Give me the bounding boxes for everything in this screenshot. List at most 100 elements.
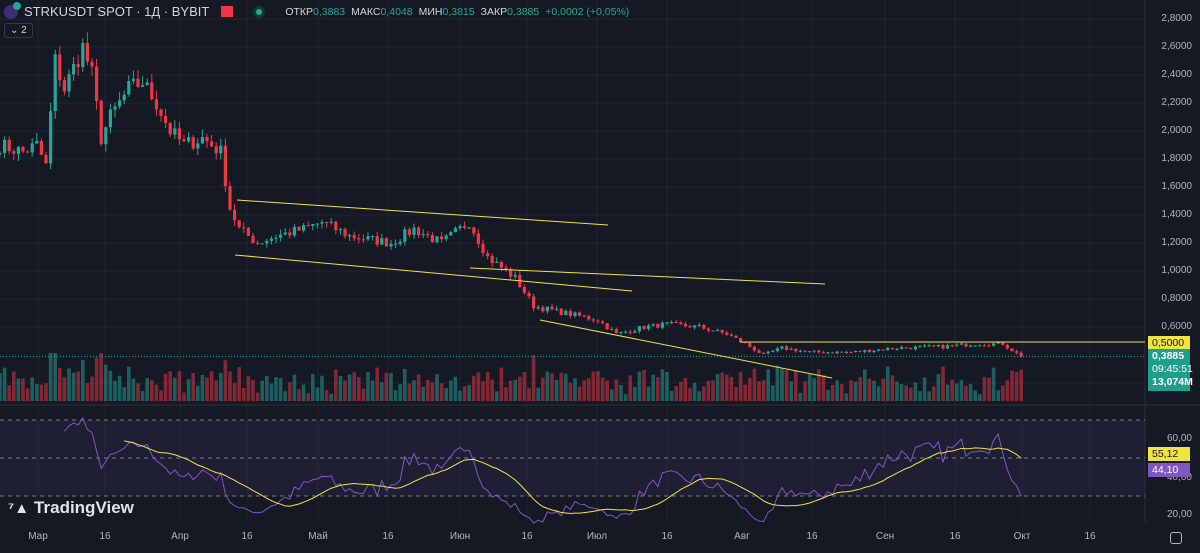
candle-body xyxy=(656,323,660,328)
candle-body xyxy=(946,345,950,349)
candle-body xyxy=(205,137,209,142)
volume-bar xyxy=(44,383,48,401)
rsi-ma-tag: 55,12 xyxy=(1148,447,1190,461)
volume-bar xyxy=(522,371,527,401)
candle-body xyxy=(826,352,830,354)
candle-body xyxy=(918,346,922,348)
volume-bar xyxy=(269,383,274,401)
time-axis-label: Июн xyxy=(449,531,471,542)
volume-bar xyxy=(407,383,412,401)
candle-body xyxy=(550,306,554,310)
candle-body xyxy=(108,109,112,128)
volume-bar xyxy=(150,380,154,401)
candle-body xyxy=(35,140,39,144)
volume-bar xyxy=(660,369,665,401)
volume-bar xyxy=(338,375,343,401)
candle-body xyxy=(978,345,982,347)
candle-body xyxy=(122,94,126,101)
volume-bar xyxy=(536,387,540,401)
price-chart[interactable] xyxy=(0,0,1200,553)
volume-bar xyxy=(656,377,660,401)
settings-gear-icon[interactable] xyxy=(1170,532,1182,544)
volume-bar xyxy=(30,377,34,401)
volume-bar xyxy=(646,386,651,401)
candle-body xyxy=(555,308,559,310)
volume-bar xyxy=(651,374,655,401)
flag-icon[interactable] xyxy=(221,6,234,17)
volume-bar xyxy=(53,353,57,401)
volume-bar xyxy=(421,386,425,401)
candle-body xyxy=(361,239,365,241)
volume-bar xyxy=(71,372,76,401)
candle-body xyxy=(481,243,485,254)
candle-body xyxy=(16,147,20,154)
volume-bar xyxy=(665,371,669,401)
candle-body xyxy=(831,352,835,354)
candle-body xyxy=(398,241,402,244)
volume-bar xyxy=(812,378,816,401)
candle-body xyxy=(12,151,16,154)
candle-body xyxy=(375,236,379,245)
volume-bar xyxy=(909,387,913,401)
symbol-title[interactable]: STRKUSDT SPOT · 1Д · BYBIT xyxy=(24,4,209,19)
volume-bar xyxy=(472,375,476,401)
volume-bar xyxy=(292,374,297,401)
volume-bar xyxy=(145,378,149,401)
candle-body xyxy=(302,225,306,231)
volume-bar xyxy=(890,375,895,401)
volume-bar xyxy=(200,374,205,401)
candle-body xyxy=(729,334,733,336)
volume-bar xyxy=(7,385,11,401)
volume-bar xyxy=(936,373,941,401)
volume-bar xyxy=(104,364,108,401)
candle-body xyxy=(113,106,117,110)
candle-body xyxy=(877,349,881,351)
volume-bar xyxy=(738,372,743,401)
candle-body xyxy=(145,82,149,86)
volume-bar xyxy=(113,380,117,401)
candle-body xyxy=(380,238,384,245)
volume-bar xyxy=(614,379,619,401)
volume-bar xyxy=(357,377,361,401)
volume-bar xyxy=(393,390,398,401)
collapse-indicators-button[interactable]: ⌄ 2 xyxy=(4,23,33,38)
candle-body xyxy=(219,145,223,154)
volume-bar xyxy=(559,372,563,401)
volume-bar xyxy=(950,379,954,401)
volume-bar xyxy=(380,382,384,401)
volume-bar xyxy=(554,379,559,401)
candle-body xyxy=(131,78,135,82)
candle-body xyxy=(619,331,623,334)
volume-bar xyxy=(476,372,481,401)
volume-bar xyxy=(232,383,237,401)
volume-bar xyxy=(99,353,103,401)
volume-bar xyxy=(991,367,996,401)
candle-body xyxy=(881,349,885,351)
volume-bar xyxy=(315,387,320,401)
candle-body xyxy=(775,348,779,352)
volume-bar xyxy=(840,384,844,401)
volume-bar xyxy=(669,390,674,401)
candle-body xyxy=(835,351,839,354)
symbol-header: STRKUSDT SPOT · 1Д · BYBIT ОТКР0,3883 МА… xyxy=(4,1,629,19)
time-axis-label: 16 xyxy=(382,531,394,542)
candle-body xyxy=(573,312,577,316)
candle-body xyxy=(633,331,637,333)
price-axis-label: 1,2000 xyxy=(1161,237,1192,248)
volume-bar xyxy=(945,384,950,401)
candle-body xyxy=(987,345,991,347)
candle-body xyxy=(315,223,319,225)
candle-body xyxy=(384,238,388,247)
candle-body xyxy=(651,323,655,326)
tradingview-logo[interactable]: ⁷▲ TradingView xyxy=(8,498,134,518)
candle-body xyxy=(794,348,798,352)
volume-bar xyxy=(48,353,53,401)
volume-bar xyxy=(334,369,338,401)
candle-body xyxy=(932,345,936,347)
candle-body xyxy=(449,231,453,236)
candle-body xyxy=(210,141,214,147)
candle-body xyxy=(223,145,227,187)
volume-bar xyxy=(904,385,908,401)
volume-bar xyxy=(789,381,793,401)
candle-body xyxy=(780,346,784,349)
